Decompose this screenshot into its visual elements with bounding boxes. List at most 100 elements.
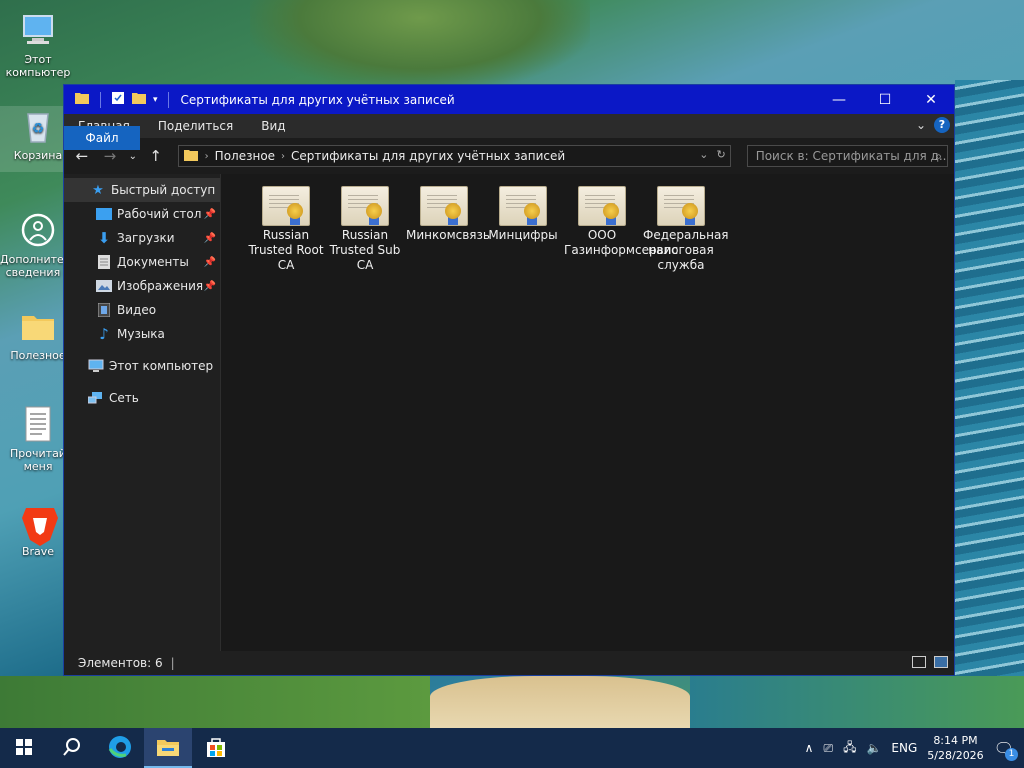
customize-toolbar-chevron-icon[interactable]: ▾ bbox=[153, 95, 158, 105]
folder-small-icon bbox=[74, 91, 90, 108]
pictures-icon bbox=[96, 278, 112, 294]
close-button[interactable]: ✕ bbox=[908, 85, 954, 114]
nav-item-documents[interactable]: Документы 📌 bbox=[64, 250, 220, 274]
desktop-icon-label: Brave bbox=[21, 545, 55, 558]
breadcrumb-item[interactable]: Полезное bbox=[215, 149, 275, 163]
pin-icon: 📌 bbox=[203, 232, 216, 244]
recycle-bin-icon: ♻ bbox=[18, 106, 58, 146]
breadcrumb-separator-icon: › bbox=[281, 150, 286, 162]
volume-icon[interactable]: 🔈 bbox=[866, 741, 881, 755]
up-button[interactable]: ↑ bbox=[144, 144, 168, 168]
file-name: Russian Trusted Sub CA bbox=[329, 228, 401, 272]
expand-ribbon-chevron-icon[interactable]: ⌄ bbox=[916, 118, 926, 132]
file-item[interactable]: ООО Газинформсервис bbox=[564, 186, 678, 258]
film-icon bbox=[96, 302, 112, 318]
music-note-icon: ♪ bbox=[99, 325, 109, 343]
meet-now-icon[interactable]: ⎚ bbox=[823, 741, 833, 756]
wallpaper-beach bbox=[430, 676, 690, 728]
file-list: Russian Trusted Root CA Russian Trusted … bbox=[221, 174, 954, 651]
breadcrumb-separator-icon: › bbox=[204, 150, 209, 162]
nav-item-label: Музыка bbox=[117, 327, 165, 341]
maximize-button[interactable]: ☐ bbox=[862, 85, 908, 114]
toolbar-divider bbox=[167, 91, 169, 108]
nav-item-this-pc[interactable]: Этот компьютер bbox=[64, 354, 220, 378]
tab-view[interactable]: Вид bbox=[247, 114, 299, 138]
nav-item-pictures[interactable]: Изображения 📌 bbox=[64, 274, 220, 298]
nav-item-label: Документы bbox=[117, 255, 189, 269]
nav-item-label: Загрузки bbox=[117, 231, 175, 245]
details-view-icon[interactable] bbox=[912, 656, 926, 668]
clock-date: 5/28/2026 bbox=[927, 749, 984, 762]
nav-item-desktop[interactable]: Рабочий стол 📌 bbox=[64, 202, 220, 226]
navigation-pane: ★ Быстрый доступ Рабочий стол 📌 ⬇ Загруз… bbox=[64, 174, 221, 651]
status-bar: Элементов: 6 | bbox=[64, 651, 954, 675]
nav-item-label: Сеть bbox=[109, 391, 139, 405]
search-input[interactable]: Поиск в: Сертификаты для д... ⌕ bbox=[746, 145, 948, 167]
ribbon-tabs: Файл Главная Поделиться Вид ⌄ ? bbox=[64, 114, 954, 150]
nav-item-quick-access[interactable]: ★ Быстрый доступ bbox=[64, 178, 220, 202]
address-dropdown-chevron-icon[interactable]: ⌄ bbox=[699, 148, 708, 161]
taskbar: ∧ ⎚ 🖧 🔈 ENG 8:14 PM 5/28/2026 🗨 1 bbox=[0, 728, 1024, 768]
help-button[interactable]: ? bbox=[934, 117, 950, 133]
nav-item-music[interactable]: ♪ Музыка bbox=[64, 322, 220, 346]
minimize-button[interactable]: — bbox=[816, 85, 862, 114]
input-language[interactable]: ENG bbox=[891, 741, 917, 755]
window-title: Сертификаты для других учётных записей bbox=[180, 92, 455, 107]
tab-share[interactable]: Поделиться bbox=[144, 114, 247, 138]
nav-item-label: Быстрый доступ bbox=[111, 183, 216, 197]
search-button[interactable] bbox=[48, 728, 96, 768]
file-name: Федеральная налоговая служба bbox=[643, 228, 729, 272]
nav-item-label: Видео bbox=[117, 303, 157, 317]
search-icon bbox=[62, 737, 82, 760]
svg-text:♻: ♻ bbox=[32, 121, 45, 137]
file-item[interactable]: Минкомсвязь bbox=[406, 186, 490, 243]
file-name: Russian Trusted Root CA bbox=[248, 228, 324, 272]
desktop-icon-label: Прочитай меня bbox=[10, 447, 66, 473]
maximize-icon: ☐ bbox=[878, 91, 892, 108]
file-item[interactable]: Russian Trusted Sub CA bbox=[327, 186, 403, 273]
network-icon bbox=[88, 390, 104, 406]
taskbar-edge[interactable] bbox=[96, 728, 144, 768]
windows-logo-icon bbox=[16, 738, 32, 758]
nav-item-network[interactable]: Сеть bbox=[64, 386, 220, 410]
wallpaper-rock bbox=[250, 0, 590, 90]
certificate-icon bbox=[341, 186, 389, 226]
edge-browser-icon bbox=[108, 735, 132, 762]
desktop-icon-this-pc[interactable]: Этот компьютер bbox=[0, 10, 76, 79]
desktop-icon-label: Этот компьютер bbox=[5, 53, 71, 79]
tab-file[interactable]: Файл bbox=[64, 126, 140, 150]
large-icons-view-icon[interactable] bbox=[934, 656, 948, 668]
taskbar-store[interactable] bbox=[192, 728, 240, 768]
new-folder-icon[interactable] bbox=[131, 91, 147, 108]
nav-item-label: Этот компьютер bbox=[109, 359, 214, 373]
nav-item-videos[interactable]: Видео bbox=[64, 298, 220, 322]
file-item[interactable]: Федеральная налоговая служба bbox=[643, 186, 729, 273]
network-icon[interactable]: 🖧 bbox=[843, 738, 856, 759]
taskbar-file-explorer[interactable] bbox=[144, 728, 192, 768]
nav-item-downloads[interactable]: ⬇ Загрузки 📌 bbox=[64, 226, 220, 250]
toolbar-divider bbox=[100, 91, 101, 108]
show-hidden-icons-chevron-icon[interactable]: ∧ bbox=[805, 741, 814, 755]
address-bar[interactable]: › Полезное › Сертификаты для других учёт… bbox=[177, 145, 731, 167]
notification-center-button[interactable]: 🗨 1 bbox=[994, 739, 1018, 761]
certificate-icon bbox=[578, 186, 626, 226]
refresh-icon[interactable]: ↻ bbox=[716, 148, 725, 161]
star-icon: ★ bbox=[92, 182, 104, 198]
folder-icon bbox=[156, 737, 180, 760]
start-button[interactable] bbox=[0, 728, 48, 768]
brave-lion-icon bbox=[18, 502, 58, 546]
pin-icon: 📌 bbox=[203, 208, 216, 220]
info-circle-icon bbox=[18, 210, 58, 250]
breadcrumb-item[interactable]: Сертификаты для других учётных записей bbox=[291, 149, 565, 163]
explorer-body: ★ Быстрый доступ Рабочий стол 📌 ⬇ Загруз… bbox=[64, 174, 954, 651]
clock[interactable]: 8:14 PM 5/28/2026 bbox=[927, 733, 983, 763]
certificate-icon bbox=[420, 186, 468, 226]
wallpaper-shore bbox=[690, 676, 1024, 728]
wallpaper-sea bbox=[955, 80, 1024, 730]
properties-icon[interactable] bbox=[111, 91, 125, 108]
file-item[interactable]: Russian Trusted Root CA bbox=[248, 186, 324, 273]
file-name: Минкомсвязь bbox=[406, 228, 490, 242]
computer-icon bbox=[88, 358, 104, 374]
file-item[interactable]: Минцифры bbox=[485, 186, 561, 243]
certificate-icon bbox=[499, 186, 547, 226]
